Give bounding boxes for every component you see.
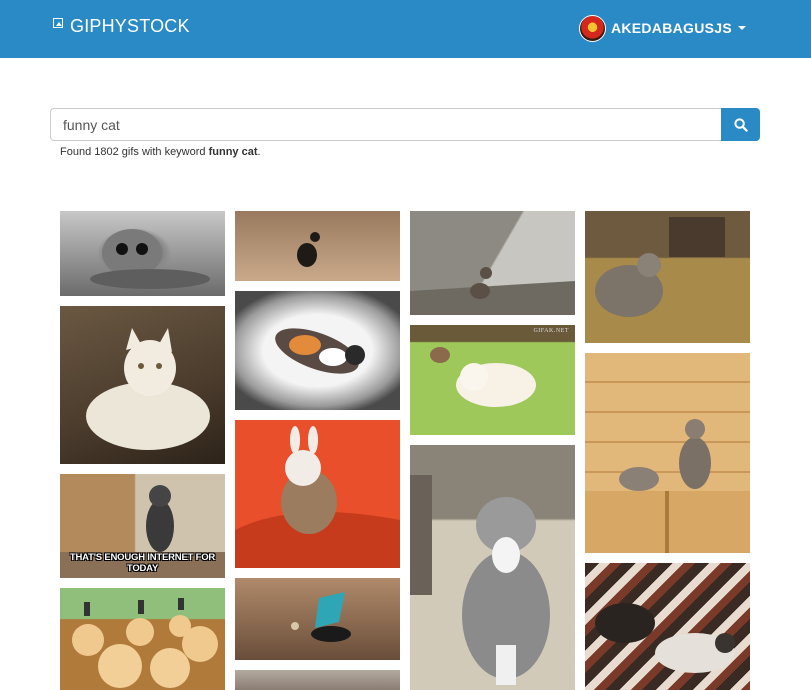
gif-thumbnail[interactable] [60,588,225,690]
gif-thumbnail[interactable] [410,211,575,315]
gif-image [410,267,575,315]
gif-thumbnail[interactable]: GIFAK.NET [410,325,575,435]
gif-thumbnail[interactable] [585,353,750,553]
gif-thumbnail[interactable] [235,291,400,410]
gif-image [585,419,750,553]
gif-thumbnail[interactable] [60,211,225,296]
gif-thumbnail[interactable] [60,306,225,464]
gif-thumbnail[interactable] [235,578,400,660]
gif-image [72,598,218,688]
gif-watermark: GIFAK.NET [533,328,569,334]
gif-image [291,592,351,642]
gif-image [275,328,365,374]
gif-thumbnail[interactable] [585,211,750,343]
gif-grid: THAT'S ENOUGH INTERNET FOR TODAY GIFAK.N… [0,0,811,690]
gif-image [410,475,550,685]
gif-image [430,347,536,407]
gif-image [90,229,210,289]
gif-thumbnail[interactable] [410,445,575,690]
gif-image [235,426,400,568]
gif-thumbnail[interactable] [585,563,750,690]
gif-image [86,328,210,450]
gif-thumbnail[interactable] [235,211,400,281]
gif-image [297,232,320,267]
gif-thumbnail[interactable]: THAT'S ENOUGH INTERNET FOR TODAY [60,474,225,578]
gif-thumbnail[interactable] [235,670,400,690]
gif-image [595,217,725,317]
gif-image [595,603,735,673]
gif-caption: THAT'S ENOUGH INTERNET FOR TODAY [69,552,216,574]
gif-thumbnail[interactable] [235,420,400,568]
